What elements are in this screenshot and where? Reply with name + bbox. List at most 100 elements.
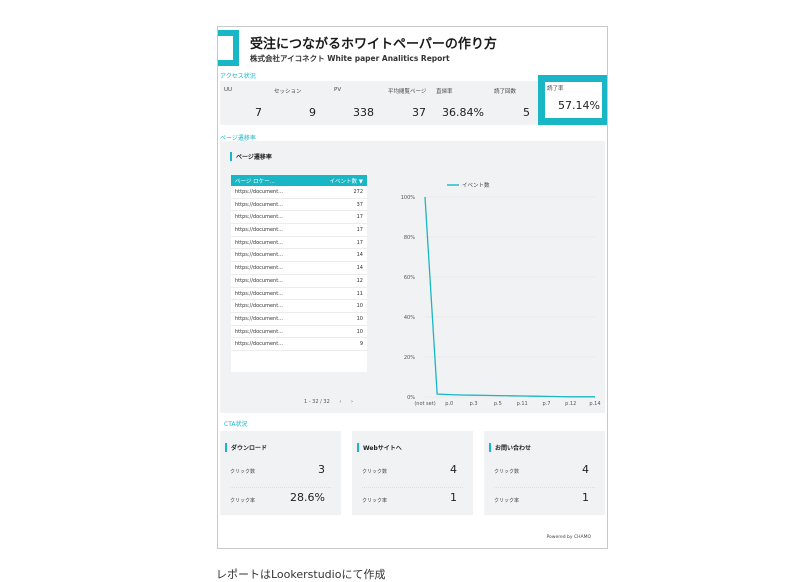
cell-page: https://document... [235, 315, 283, 322]
kpi-value: 57.14% [558, 99, 600, 112]
cta-card-download: ダウンロード クリック数 3 クリック率 28.6% [220, 431, 341, 515]
x-tick-label: p.7 [542, 401, 550, 407]
cell-page: https://document... [235, 277, 283, 284]
cell-page: https://document... [235, 303, 283, 310]
column-header-events[interactable]: イベント数 ▼ [330, 177, 363, 185]
kpi-pv: PV 338 [330, 81, 378, 125]
y-tick-label: 20% [404, 355, 415, 361]
cell-page: https://document... [235, 214, 283, 221]
cell-events: 14 [356, 265, 363, 272]
x-tick-label: p.14 [589, 401, 600, 407]
cell-events: 10 [356, 328, 363, 335]
page-transition-panel: ページ遷移率 ページ ロケー... イベント数 ▼ https://docume… [220, 141, 605, 413]
kpi-label: 読了率 [547, 86, 564, 92]
cta-clicks-label: クリック数 [362, 469, 388, 475]
powered-by: Powered by CHAMO [546, 535, 591, 540]
table-row[interactable]: https://document... 9 [231, 338, 367, 351]
kpi-value: 36.84% [442, 106, 484, 119]
brand-logo [218, 30, 239, 66]
x-tick-label: (not set) [414, 401, 435, 407]
cell-events: 272 [353, 189, 363, 195]
column-header-page[interactable]: ページ ロケー... [235, 177, 275, 185]
table-row[interactable]: https://document... 11 [231, 288, 367, 301]
x-tick-label: p.5 [494, 401, 502, 407]
cta-card-contact: お問い合わせ クリック数 4 クリック率 1 [484, 431, 605, 515]
kpi-value: 37 [412, 106, 426, 119]
divider [494, 487, 595, 488]
table-row[interactable]: https://document... 14 [231, 262, 367, 275]
panel-title: ページ遷移率 [230, 152, 272, 161]
cta-rate-value: 1 [450, 491, 457, 504]
kpi-label: 平均閲覧ページ [388, 89, 427, 95]
cta-title: Webサイトへ [357, 443, 402, 452]
cta-rate-label: クリック率 [230, 498, 256, 504]
kpi-value: 5 [523, 106, 530, 119]
kpi-label: 直帰率 [436, 89, 453, 95]
cta-card-website: Webサイトへ クリック数 4 クリック率 1 [352, 431, 473, 515]
cta-clicks-value: 3 [318, 463, 325, 476]
page-table: ページ ロケー... イベント数 ▼ https://document... 27… [231, 175, 367, 372]
table-pager: 1 - 32 / 32 ‹ › [304, 399, 361, 405]
table-row[interactable]: https://document... 17 [231, 211, 367, 225]
table-row[interactable]: https://document... 17 [231, 237, 367, 250]
cta-clicks-label: クリック数 [494, 469, 520, 475]
table-row[interactable]: https://document... 10 [231, 313, 367, 326]
cell-events: 10 [356, 303, 363, 310]
cta-rate-label: クリック率 [362, 498, 388, 504]
kpi-sessions: セッション 9 [270, 81, 320, 125]
report-title: 受注につながるホワイトペーパーの作り方 [250, 37, 497, 52]
table-row[interactable]: https://document... 272 [231, 186, 367, 199]
kpi-label: PV [334, 87, 342, 93]
x-tick-label: p.0 [445, 401, 453, 407]
pager-prev-button[interactable]: ‹ [339, 399, 341, 405]
cell-page: https://document... [235, 341, 283, 348]
table-row[interactable]: https://document... 17 [231, 224, 367, 237]
kpi-value: 7 [255, 106, 262, 119]
x-tick-label: p.12 [565, 401, 576, 407]
kpi-label: 読了回数 [494, 89, 517, 95]
kpi-read-rate: 読了率 57.14% [538, 75, 607, 125]
y-tick-label: 100% [401, 195, 416, 201]
cta-rate-value: 1 [582, 491, 589, 504]
section-label-cta: CTA状況 [224, 421, 248, 428]
cta-rate-value: 28.6% [290, 491, 325, 504]
table-header: ページ ロケー... イベント数 ▼ [231, 175, 367, 186]
kpi-value: 9 [309, 106, 316, 119]
y-tick-label: 60% [404, 275, 415, 281]
table-row[interactable]: https://document... 37 [231, 199, 367, 212]
cta-title: お問い合わせ [489, 443, 531, 452]
cell-events: 17 [356, 214, 363, 221]
cta-rate-label: クリック率 [494, 498, 520, 504]
legend-label: イベント数 [462, 181, 490, 189]
pager-next-button[interactable]: › [351, 399, 353, 405]
kpi-value: 338 [353, 106, 374, 119]
cell-page: https://document... [235, 189, 283, 195]
kpi-read-count: 読了回数 5 [490, 81, 534, 125]
report-subtitle: 株式会社アイコネクト White paper Analitics Report [250, 54, 450, 63]
report-image: 受注につながるホワイトペーパーの作り方 株式会社アイコネクト White pap… [217, 26, 608, 549]
y-tick-label: 80% [404, 235, 415, 241]
cell-page: https://document... [235, 290, 283, 297]
kpi-bounce-rate: 直帰率 36.84% [432, 81, 488, 125]
cell-page: https://document... [235, 201, 283, 208]
table-row[interactable]: https://document... 10 [231, 326, 367, 339]
table-row[interactable]: https://document... 10 [231, 300, 367, 313]
pager-range: 1 - 32 / 32 [304, 399, 330, 405]
cell-events: 14 [356, 252, 363, 259]
cell-page: https://document... [235, 328, 283, 335]
x-tick-label: p.11 [517, 401, 528, 407]
y-tick-label: 40% [404, 315, 415, 321]
cell-events: 17 [356, 239, 363, 246]
kpi-uu: UU 7 [220, 81, 266, 125]
cell-page: https://document... [235, 227, 283, 234]
cell-page: https://document... [235, 265, 283, 272]
cell-events: 37 [356, 201, 363, 208]
kpi-label: セッション [274, 89, 302, 95]
table-row[interactable]: https://document... 14 [231, 249, 367, 263]
cell-events: 12 [356, 277, 363, 284]
cta-clicks-label: クリック数 [230, 469, 256, 475]
kpi-avg-pages: 平均閲覧ページ 37 [384, 81, 430, 125]
events-line-chart: イベント数0%20%40%60%80%100%(not set)p.1p.0p.… [401, 181, 601, 407]
kpi-label: UU [224, 87, 233, 93]
table-row[interactable]: https://document... 12 [231, 275, 367, 288]
